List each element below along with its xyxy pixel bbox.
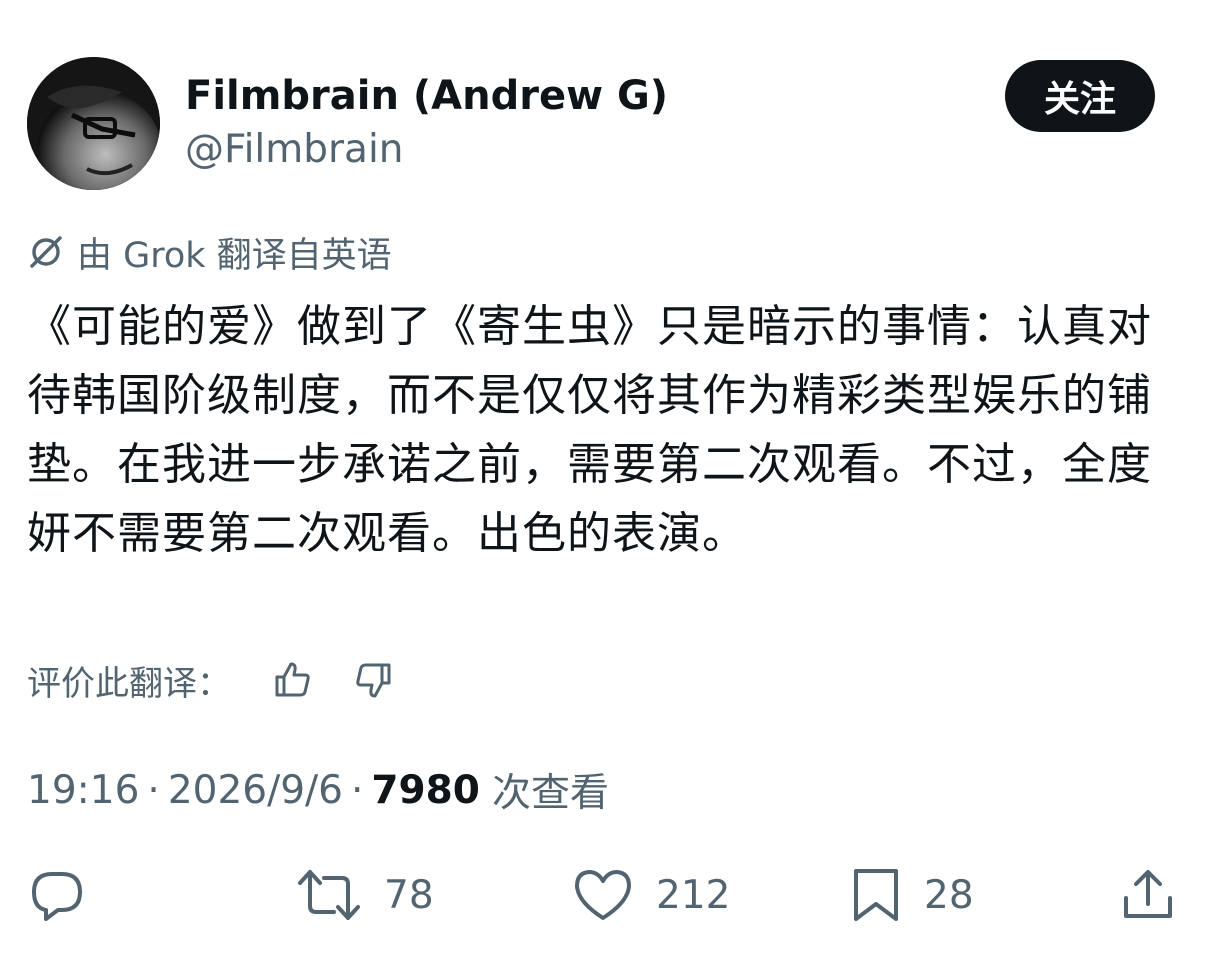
bookmark-icon — [850, 866, 902, 924]
translation-note: 由 Grok 翻译自英语 — [27, 228, 392, 276]
retweet-icon — [296, 866, 362, 924]
author-handle[interactable]: @Filmbrain — [185, 126, 404, 174]
like-button[interactable]: 212 — [572, 860, 730, 930]
reply-button[interactable] — [28, 860, 86, 930]
share-button[interactable] — [1120, 860, 1176, 930]
heart-icon — [572, 866, 634, 924]
thumbs-up-icon[interactable] — [271, 658, 315, 702]
views-label: 次查看 — [491, 771, 609, 816]
tweet-date[interactable]: 2026/9/6 — [168, 768, 343, 813]
avatar[interactable] — [27, 57, 160, 190]
retweet-count: 78 — [384, 872, 434, 918]
translation-source-label: 由 Grok 翻译自英语 — [77, 235, 392, 276]
rate-translation-label: 评价此翻译： — [27, 663, 231, 704]
bookmark-count: 28 — [924, 872, 974, 918]
reply-icon — [28, 866, 86, 924]
views-count: 7980 — [371, 767, 480, 813]
thumbs-down-icon[interactable] — [351, 658, 395, 702]
meta-separator: · — [350, 767, 364, 813]
rate-translation: 评价此翻译： — [27, 654, 395, 706]
tweet-meta: 19:16 · 2026/9/6 · 7980 次查看 — [27, 765, 609, 817]
author-name[interactable]: Filmbrain (Andrew G) — [185, 72, 668, 120]
grok-icon — [27, 233, 65, 271]
retweet-button[interactable]: 78 — [296, 860, 434, 930]
action-bar: 78 212 28 — [0, 860, 1206, 930]
share-icon — [1120, 866, 1176, 924]
follow-button[interactable]: 关注 — [1005, 60, 1155, 132]
meta-separator: · — [147, 767, 160, 813]
bookmark-button[interactable]: 28 — [850, 860, 974, 930]
like-count: 212 — [656, 872, 731, 918]
tweet-text: 《可能的爱》做到了《寄生虫》只是暗示的事情：认真对待韩国阶级制度，而不是仅仅将其… — [27, 301, 1152, 559]
tweet-time[interactable]: 19:16 — [27, 768, 139, 813]
